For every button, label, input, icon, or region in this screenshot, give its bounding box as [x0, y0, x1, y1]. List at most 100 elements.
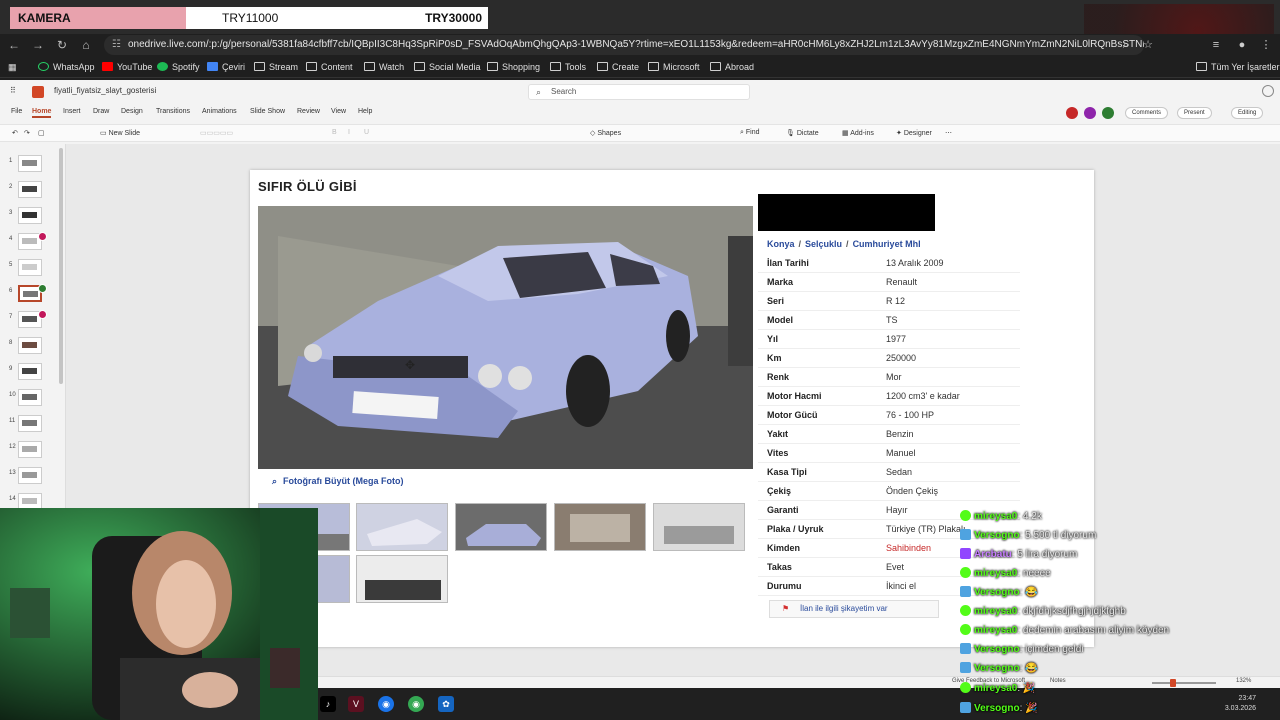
all-bookmarks[interactable]: Tüm Yer İşaretleri [1196, 60, 1280, 74]
font-family-select[interactable]: ▭▭▭▭▭ [200, 129, 233, 137]
italic-icon[interactable]: I [348, 129, 350, 136]
back-icon[interactable]: ← [6, 37, 22, 53]
report-listing-button[interactable]: ⚑ İlan ile ilgili şikayetim var [769, 600, 939, 618]
slide-thumbnail[interactable]: 10 [0, 388, 62, 408]
chrome-icon[interactable]: ◉ [408, 696, 424, 712]
gallery-thumbnail[interactable] [356, 503, 448, 551]
bookmark-youtube[interactable]: YouTube [102, 60, 152, 74]
undo-icon[interactable]: ↶ [12, 129, 18, 137]
slide-thumbnail[interactable]: 8 [0, 336, 62, 356]
extensions-icon[interactable]: ≡ [1208, 37, 1224, 53]
gallery-thumbnail[interactable] [653, 503, 745, 551]
tab-view[interactable]: View [331, 108, 346, 115]
slide-thumbnail-active[interactable]: 6 [0, 284, 62, 304]
waffle-icon[interactable]: ⠿ [10, 86, 20, 96]
tab-draw[interactable]: Draw [93, 108, 109, 115]
thumbnail-scrollbar[interactable] [59, 148, 63, 384]
slide-thumbnail[interactable]: 4 [0, 232, 62, 252]
chrome-icon[interactable]: ◉ [378, 696, 394, 712]
tab-home[interactable]: Home [32, 108, 52, 118]
forward-icon[interactable]: → [30, 37, 46, 53]
reload-icon[interactable]: ↻ [54, 37, 70, 53]
spec-row: Km 250000 [758, 349, 1020, 368]
slide-thumbnail[interactable]: 5 [0, 258, 62, 278]
clipboard-icon[interactable]: ▢ [38, 129, 45, 137]
apps-icon[interactable]: ▦ [8, 60, 17, 74]
enlarge-photo-link[interactable]: ⌕ Fotoğrafı Büyüt (Mega Foto) [272, 476, 410, 487]
bookmark-tools[interactable]: Tools [550, 60, 586, 74]
search-box[interactable]: ⌕ Search [528, 84, 750, 100]
chat-message: mireysa0: 4.2k [960, 510, 1042, 528]
bookmark-abroad[interactable]: Abroad [710, 60, 754, 74]
app-icon[interactable]: V [348, 696, 364, 712]
addins-button[interactable]: ▦ Add-ins [842, 129, 874, 137]
slide-thumbnail[interactable]: 11 [0, 414, 62, 434]
slide-thumbnail[interactable]: 1 [0, 154, 62, 174]
chat-message: Versogno: 5.500 tl diyorum [960, 529, 1096, 547]
tab-insert[interactable]: Insert [63, 108, 81, 115]
spec-row: İlan Tarihi 13 Aralık 2009 [758, 254, 1020, 273]
bold-icon[interactable]: B [332, 129, 337, 136]
spec-row: Model TS [758, 311, 1020, 330]
bookmark-content[interactable]: Content [306, 60, 353, 74]
home-icon[interactable]: ⌂ [78, 37, 94, 53]
address-bar[interactable]: ☷ onedrive.live.com/:p:/g/personal/5381f… [104, 35, 1144, 55]
search-icon: ⌕ [536, 87, 542, 97]
collaborator-avatar[interactable] [1102, 107, 1114, 119]
tab-slide-show[interactable]: Slide Show [250, 108, 285, 115]
bookmark-create[interactable]: Create [597, 60, 639, 74]
collaborator-avatar[interactable] [1084, 107, 1096, 119]
star-icon[interactable]: ☆ [1140, 37, 1156, 53]
slide-thumbnail[interactable]: 7 [0, 310, 62, 330]
account-icon[interactable] [1262, 85, 1274, 97]
dictate-button[interactable]: 🎙 Dictate [786, 129, 819, 137]
shapes-button[interactable]: ◇ Shapes [590, 129, 621, 137]
document-title[interactable]: fiyatli_fiyatsiz_slayt_gosterisi [54, 86, 156, 95]
site-info-icon[interactable]: ☷ [112, 35, 121, 55]
spec-row: Seri R 12 [758, 292, 1020, 311]
slide-thumbnail[interactable]: 12 [0, 440, 62, 460]
ribbon-toolbar: ↶ ↷ ▢ ▭ New Slide ▭▭▭▭▭ B I U ◇ Shapes ⌕… [0, 124, 1280, 142]
bookmark-watch[interactable]: Watch [364, 60, 404, 74]
spec-row: Vites Manuel [758, 444, 1020, 463]
translate-icon [207, 62, 218, 71]
menu-icon[interactable]: ⋮ [1258, 37, 1274, 53]
gallery-thumbnail[interactable] [554, 503, 646, 551]
collaborator-avatar[interactable] [1066, 107, 1078, 119]
bookmark-shopping[interactable]: Shopping [487, 60, 540, 74]
editing-mode-button[interactable]: Editing [1231, 107, 1264, 119]
more-options-icon[interactable]: ⋯ [945, 129, 952, 137]
bookmark-ceviri[interactable]: Çeviri [207, 60, 245, 74]
zoom-icon[interactable]: ⌕ [1118, 37, 1134, 53]
tab-transitions[interactable]: Transitions [156, 108, 190, 115]
present-button[interactable]: Present [1177, 107, 1212, 119]
slide-thumbnail[interactable]: 9 [0, 362, 62, 382]
bookmark-spotify[interactable]: Spotify [157, 60, 200, 74]
slide-thumbnail[interactable]: 13 [0, 466, 62, 486]
new-slide-button[interactable]: ▭ New Slide [100, 129, 140, 137]
bookmark-whatsapp[interactable]: WhatsApp [38, 60, 95, 74]
tiktok-icon[interactable]: ♪ [320, 696, 336, 712]
slide-thumbnail[interactable]: 2 [0, 180, 62, 200]
slide-thumbnail[interactable]: 3 [0, 206, 62, 226]
bookmark-microsoft[interactable]: Microsoft [648, 60, 700, 74]
gallery-thumbnail[interactable] [356, 555, 448, 603]
car-photo-illustration: ✥ [258, 206, 753, 469]
comments-button[interactable]: Comments [1125, 107, 1169, 119]
redo-icon[interactable]: ↷ [24, 129, 30, 137]
bookmark-social-media[interactable]: Social Media [414, 60, 481, 74]
tab-design[interactable]: Design [121, 108, 143, 115]
profile-icon[interactable]: ● [1234, 37, 1250, 53]
tab-help[interactable]: Help [358, 108, 372, 115]
chat-message: Versogno: 🎉 [960, 702, 1038, 720]
gallery-thumbnail[interactable] [455, 503, 547, 551]
designer-button[interactable]: ✦ Designer [896, 129, 932, 137]
app-icon[interactable]: ✿ [438, 696, 454, 712]
tab-animations[interactable]: Animations [202, 108, 237, 115]
bookmark-stream[interactable]: Stream [254, 60, 298, 74]
tab-file[interactable]: File [11, 108, 22, 115]
find-button[interactable]: ⌕ Find [740, 129, 760, 137]
spec-row: Renk Mor [758, 368, 1020, 387]
underline-icon[interactable]: U [364, 129, 369, 136]
tab-review[interactable]: Review [297, 108, 320, 115]
